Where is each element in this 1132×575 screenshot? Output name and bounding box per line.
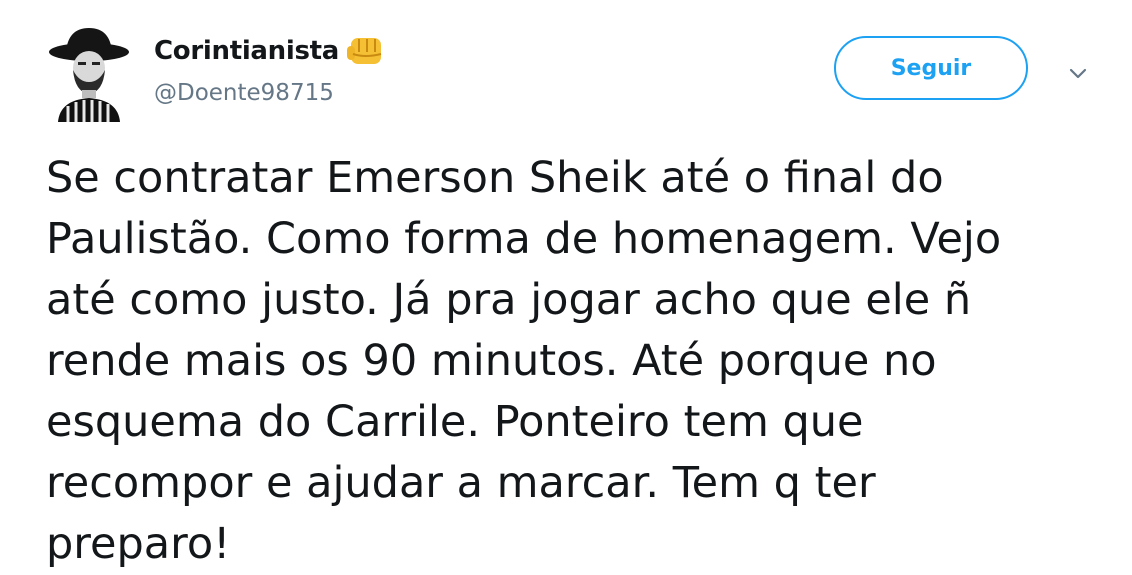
tweet-text-line: Paulistão. Como forma de homenagem. Vejo — [46, 214, 1002, 264]
tweet-menu-button[interactable] — [1066, 62, 1090, 86]
tweet-text-line: preparo! — [46, 519, 231, 569]
author-display-name[interactable]: Corintianista — [154, 36, 339, 66]
tweet-card: Corintianista @Doente98715 Seguir Se con… — [0, 0, 1132, 575]
tweet-text-line: esquema do Carrile. Ponteiro tem que — [46, 397, 864, 447]
author-handle[interactable]: @Doente98715 — [154, 80, 334, 106]
avatar[interactable] — [44, 22, 134, 122]
author-name-row[interactable]: Corintianista — [154, 34, 387, 68]
avatar-image — [49, 28, 129, 122]
tweet-text-line: rende mais os 90 minutos. Até porque no — [46, 336, 937, 386]
follow-button[interactable]: Seguir — [834, 36, 1028, 100]
fist-emoji-icon — [345, 34, 387, 68]
tweet-text-line: Se contratar Emerson Sheik até o final d… — [46, 153, 944, 203]
tweet-text-line: até como justo. Já pra jogar acho que el… — [46, 275, 972, 325]
tweet-text: Se contratar Emerson Sheik até o final d… — [46, 148, 1106, 575]
tweet-text-line: recompor e ajudar a marcar. Tem q ter — [46, 458, 876, 508]
chevron-down-icon — [1069, 68, 1087, 79]
